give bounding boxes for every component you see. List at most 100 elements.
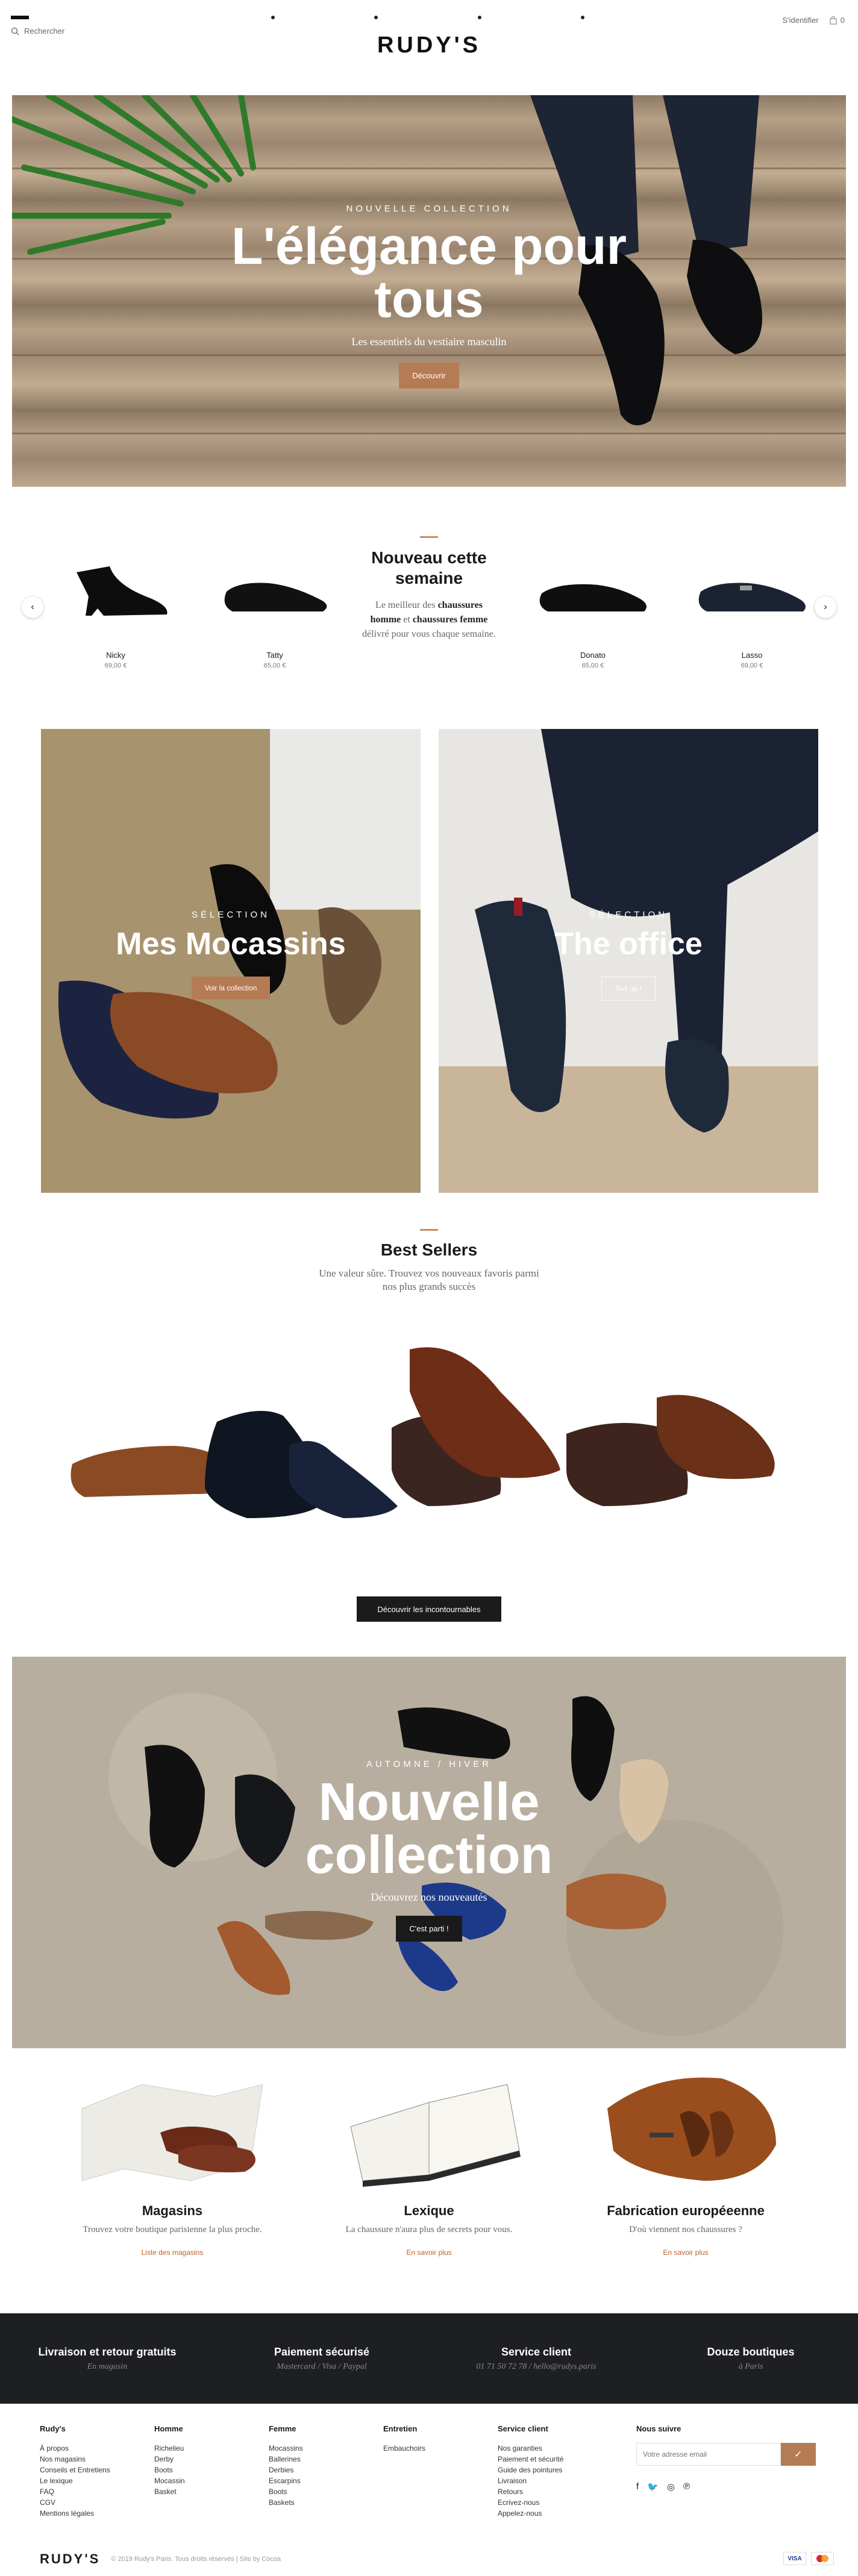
- footer-link[interactable]: Ballerines: [269, 2454, 303, 2465]
- login-link[interactable]: S'identifier: [782, 16, 818, 25]
- footer-link[interactable]: Guide des pointures: [498, 2465, 563, 2475]
- footer-link[interactable]: Derby: [154, 2454, 185, 2465]
- footer-link[interactable]: Le lexique: [40, 2475, 110, 2486]
- lexicon-block: Lexique La chaussure n'aura plus de secr…: [302, 2060, 556, 2257]
- footer-link[interactable]: Mocassin: [154, 2475, 185, 2486]
- product-card[interactable]: Nicky 69,00 €: [55, 548, 176, 669]
- site-header: Rechercher RUDY'S S'identifier 0: [0, 0, 858, 90]
- footer-col-title: Entretien: [383, 2424, 418, 2433]
- footer-col-title: Homme: [154, 2424, 183, 2433]
- product-name: Donato: [580, 651, 606, 660]
- footer-logo[interactable]: RUDY'S: [40, 2551, 100, 2567]
- hero-cta-button[interactable]: Découvrir: [399, 363, 459, 389]
- autumn-banner: Automne / Hiver Nouvelle collection Déco…: [12, 1657, 846, 2048]
- footer-link[interactable]: Ecrivez-nous: [498, 2497, 563, 2508]
- lexicon-link[interactable]: En savoir plus: [302, 2248, 556, 2257]
- footer-link[interactable]: Appelez-nous: [498, 2508, 563, 2519]
- product-card[interactable]: Lasso 69,00 €: [692, 548, 812, 669]
- product-card[interactable]: Tatty 65,00 €: [214, 548, 335, 669]
- selection-eyebrow: Sélection: [191, 910, 271, 920]
- visa-icon: VISA: [783, 2552, 806, 2565]
- selection-cta-button[interactable]: Voir la collection: [191, 977, 271, 999]
- newsletter-submit-button[interactable]: ✓: [781, 2443, 816, 2466]
- selection-eyebrow: Sélection: [589, 910, 668, 920]
- hero-content: Nouvelle collection L'élégance pour tous…: [12, 204, 846, 389]
- accent-divider: [420, 1229, 438, 1231]
- footer-link[interactable]: Conseils et Entretiens: [40, 2465, 110, 2475]
- footer-link[interactable]: Retours: [498, 2486, 563, 2497]
- product-image: [539, 584, 647, 611]
- new-week-title: Nouveau cette semaine: [371, 548, 487, 587]
- autumn-cta-button[interactable]: C'est parti !: [396, 1916, 462, 1942]
- leather-image: [607, 2077, 776, 2181]
- hero-title: L'élégance pour tous: [231, 217, 627, 328]
- carousel-prev-button[interactable]: ‹: [22, 596, 43, 618]
- footer-col-title: Rudy's: [40, 2424, 66, 2433]
- selection-card-mocassins[interactable]: Sélection Mes Mocassins Voir la collecti…: [41, 729, 421, 1193]
- footer-col-entretien: Entretien Embauchoirs: [383, 2424, 425, 2454]
- footer-col-title: Femme: [269, 2424, 296, 2433]
- instagram-icon[interactable]: ◎: [667, 2481, 675, 2492]
- lexicon-text: La chaussure n'aura plus de secrets pour…: [345, 2225, 513, 2234]
- footer-link[interactable]: CGV: [40, 2497, 110, 2508]
- footer-link[interactable]: Nos garanties: [498, 2443, 563, 2454]
- product-image: [698, 583, 806, 611]
- reassurance-item: Paiement sécurisé Mastercard / Visa / Pa…: [243, 2346, 400, 2372]
- best-sellers-section: Best Sellers Une valeur sûre. Trouvez vo…: [0, 1229, 858, 1293]
- footer-link[interactable]: Nos magasins: [40, 2454, 110, 2465]
- new-week-text: Le meilleur des chaussures homme et chau…: [362, 600, 496, 639]
- top-nav-dots: [271, 16, 584, 19]
- footer-link[interactable]: Escarpins: [269, 2475, 303, 2486]
- best-sellers-cta-button[interactable]: Découvrir les incontournables: [357, 1596, 501, 1622]
- footer-link[interactable]: FAQ: [40, 2486, 110, 2497]
- reassurance-sub: 01 71 50 72 78 / hello@rudys.paris: [476, 2362, 597, 2371]
- newsletter-title: Nous suivre: [636, 2424, 681, 2433]
- reassurance-item: Service client 01 71 50 72 78 / hello@ru…: [458, 2346, 615, 2372]
- pinterest-icon[interactable]: ℗: [683, 2481, 690, 2492]
- footer-link[interactable]: Livraison: [498, 2475, 563, 2486]
- manufacturing-block: Fabrication européeenne D'où viennent no…: [559, 2060, 812, 2257]
- footer-link[interactable]: Embauchoirs: [383, 2443, 425, 2454]
- footer-link[interactable]: Mocassins: [269, 2443, 303, 2454]
- footer-link[interactable]: Mentions légales: [40, 2508, 110, 2519]
- footer-link[interactable]: Derbies: [269, 2465, 303, 2475]
- facebook-icon[interactable]: f: [636, 2481, 639, 2492]
- selection-card-office[interactable]: Sélection The office Suit up !: [439, 729, 818, 1193]
- footer-link[interactable]: Paiement et sécurité: [498, 2454, 563, 2465]
- footer-link[interactable]: Baskets: [269, 2497, 303, 2508]
- product-card[interactable]: Donato 65,00 €: [533, 548, 653, 669]
- product-name: Lasso: [741, 651, 763, 660]
- cart-button[interactable]: 0: [830, 16, 845, 25]
- footer-link[interactable]: À propos: [40, 2443, 110, 2454]
- hero-banner: Nouvelle collection L'élégance pour tous…: [12, 95, 846, 487]
- selection-cta-button[interactable]: Suit up !: [601, 977, 656, 1001]
- autumn-subtitle: Découvrez nos nouveautés: [371, 1891, 487, 1903]
- site-logo[interactable]: RUDY'S: [0, 33, 858, 58]
- check-icon: ✓: [794, 2449, 803, 2460]
- cart-count: 0: [840, 16, 845, 25]
- stores-link[interactable]: Liste des magasins: [46, 2248, 299, 2257]
- stores-text: Trouvez votre boutique parisienne la plu…: [83, 2225, 262, 2234]
- newsletter-email-input[interactable]: [636, 2443, 781, 2466]
- footer-link[interactable]: Basket: [154, 2486, 185, 2497]
- footer-link[interactable]: Richelieu: [154, 2443, 185, 2454]
- reassurance-sub: à Paris: [738, 2362, 763, 2371]
- reassurance-item: Livraison et retour gratuits En magasin: [29, 2346, 186, 2372]
- accent-divider: [420, 536, 438, 538]
- footer-link[interactable]: Boots: [269, 2486, 303, 2497]
- footer-link[interactable]: Boots: [154, 2465, 185, 2475]
- reassurance-bar: Livraison et retour gratuits En magasin …: [0, 2313, 858, 2404]
- product-price: 65,00 €: [581, 662, 604, 669]
- mastercard-icon: [811, 2552, 834, 2565]
- bottom-bar: RUDY'S © 2019 Rudy's Paris. Tous droits …: [0, 2542, 858, 2576]
- manufacturing-link[interactable]: En savoir plus: [559, 2248, 812, 2257]
- reassurance-title: Service client: [501, 2345, 572, 2358]
- reassurance-sub: Mastercard / Visa / Paypal: [277, 2362, 367, 2371]
- product-name: Nicky: [106, 651, 125, 660]
- carousel-next-button[interactable]: ›: [815, 596, 836, 618]
- map-shoes-image: [81, 2084, 263, 2181]
- twitter-icon[interactable]: 🐦: [647, 2481, 659, 2492]
- selection-content: Sélection Mes Mocassins Voir la collecti…: [41, 910, 421, 999]
- product-price: 69,00 €: [104, 662, 127, 669]
- product-image: [224, 583, 327, 611]
